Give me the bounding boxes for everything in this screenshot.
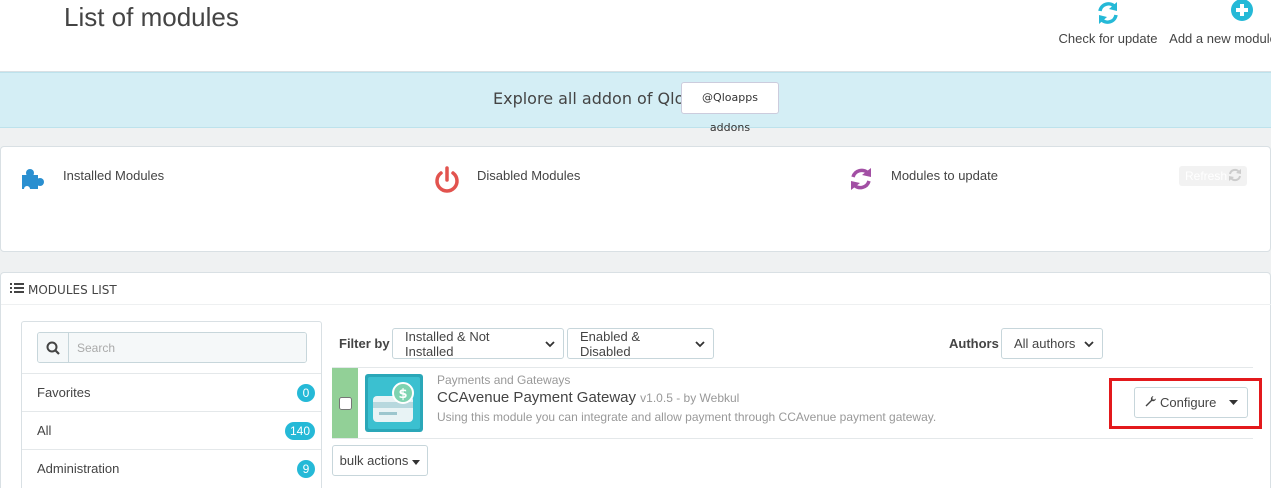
power-icon [433,165,463,195]
page-header: List of modules Check for update Add a n… [0,0,1271,72]
wrench-icon [1144,395,1157,411]
module-description: Using this module you can integrate and … [437,410,937,424]
install-status-value: Installed & Not Installed [405,328,490,359]
refresh-label: Refresh [1185,169,1228,183]
authors-value: All authors [1014,336,1076,351]
caret-down-icon [412,453,421,468]
count-badge: 0 [297,383,315,402]
chevron-down-icon [695,336,705,351]
modules-list-panel: Modules list Favorites 0 All 140 Adminis… [0,272,1271,488]
refresh-icon [1058,0,1158,26]
caret-down-icon[interactable] [1219,400,1247,405]
modules-stats-panel: Installed Modules Disabled Modules Modul… [0,146,1271,252]
puzzle-icon [19,165,49,195]
modules-to-update-label: Modules to update [891,168,998,183]
module-category: Payments and Gateways [437,373,571,387]
category-name: Favorites [37,385,91,400]
modules-list-heading: Modules list [10,282,117,297]
qloapps-addons-button[interactable]: @Qloapps addons [681,82,779,134]
filter-by-label: Filter by [339,336,390,351]
modules-list-title: Modules list [28,282,117,297]
category-favorites[interactable]: Favorites 0 [22,373,321,411]
category-administration[interactable]: Administration 9 [22,449,321,487]
module-name: CCAvenue Payment Gateway [437,389,636,406]
modules-to-update-link[interactable]: Modules to update [847,165,998,195]
category-name: Administration [37,461,120,476]
add-new-module-button[interactable]: Add a new module [1168,0,1271,46]
disabled-modules-label: Disabled Modules [477,168,581,183]
add-new-module-label: Add a new module [1169,31,1271,46]
refresh-small-icon [1227,167,1243,186]
enabled-status-value: Enabled & Disabled [580,328,640,359]
enabled-status-select[interactable]: Enabled & Disabled [567,328,714,359]
search-input[interactable] [69,333,306,362]
chevron-down-icon [1084,336,1094,351]
enabled-status-bar [332,368,358,438]
count-badge: 140 [284,421,315,440]
configure-label: Configure [1160,395,1217,410]
configure-action[interactable]: Configure [1135,395,1219,411]
plus-circle-icon [1168,0,1271,26]
installed-modules-link[interactable]: Installed Modules [19,165,164,195]
bulk-actions-label: bulk actions [339,453,409,468]
check-for-update-button[interactable]: Check for update [1058,0,1158,46]
module-version: v1.0.5 - by Webkul [640,391,740,405]
disabled-modules-link[interactable]: Disabled Modules [433,165,580,195]
module-row: $ Payments and Gateways CCAvenue Payment… [332,367,1262,439]
divider [1,304,1271,305]
category-all[interactable]: All 140 [22,411,321,449]
page-title: List of modules [64,2,239,32]
svg-text:$: $ [398,387,407,402]
search-box [37,332,307,363]
authors-select[interactable]: All authors [1001,328,1103,359]
bulk-actions-button[interactable]: bulk actions [332,445,428,476]
refresh-icon [847,165,877,195]
authors-label: Authors [949,336,999,351]
install-status-select[interactable]: Installed & Not Installed [392,328,564,359]
list-icon [10,282,24,297]
search-icon [38,333,69,362]
count-badge: 9 [297,459,315,478]
chevron-down-icon [545,336,555,351]
refresh-button[interactable]: Refresh [1179,166,1247,186]
category-sidebar: Favorites 0 All 140 Administration 9 [21,321,322,488]
addons-banner: Explore all addon of Qloapps @Qloapps ad… [0,72,1271,134]
module-logo: $ [365,374,423,432]
installed-modules-label: Installed Modules [63,168,165,183]
configure-button[interactable]: Configure [1134,387,1248,418]
check-for-update-label: Check for update [1058,31,1158,46]
category-name: All [37,423,52,438]
module-title: CCAvenue Payment Gateway v1.0.5 - by Web… [437,389,739,406]
module-checkbox[interactable] [338,396,352,410]
